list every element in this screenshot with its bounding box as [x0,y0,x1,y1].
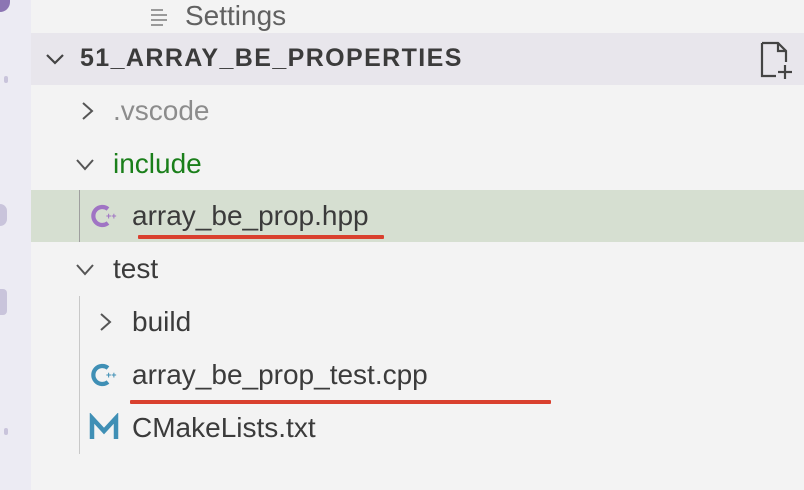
activity-icon-fragment[interactable] [4,428,8,435]
tree-folder-test[interactable]: test [31,243,804,295]
indent-guide [79,190,80,242]
file-label: array_be_prop.hpp [132,200,369,231]
activity-bar [0,0,31,490]
tree-folder-vscode[interactable]: .vscode [31,85,804,137]
folder-label: include [113,148,202,179]
chevron-down-icon[interactable] [75,154,95,174]
activity-icon-fragment[interactable] [0,204,7,226]
chevron-down-icon[interactable] [75,259,95,279]
folder-label: build [132,306,192,337]
folder-label: .vscode [113,95,210,126]
chevron-right-icon[interactable] [77,101,97,121]
activity-icon-fragment[interactable] [4,76,8,83]
tree-file-cmake[interactable]: CMakeLists.txt [31,402,804,454]
file-label: CMakeLists.txt [132,412,316,443]
file-label: array_be_prop_test.cpp [132,359,428,390]
indent-guide [79,296,80,454]
workspace-title: 51_ARRAY_BE_PROPERTIES [80,44,463,72]
cmake-m-icon [89,413,119,439]
svg-text:++: ++ [106,211,117,221]
cpp-icon: ++ [91,204,117,228]
settings-label: Settings [185,0,287,31]
tree-folder-build[interactable]: build [31,296,804,348]
cpp-icon: ++ [91,363,117,387]
svg-text:++: ++ [106,370,117,380]
tree-folder-include[interactable]: include [31,138,804,190]
lines-icon [151,9,167,26]
chevron-right-icon[interactable] [95,312,115,332]
explorer-panel: Settings 51_ARRAY_BE_PROPERTIES .vscode … [31,0,804,490]
activity-icon-fragment[interactable] [0,289,7,315]
workspace-section-header[interactable]: 51_ARRAY_BE_PROPERTIES [31,33,804,85]
tree-file-cpp[interactable]: ++ array_be_prop_test.cpp [31,349,804,401]
new-file-icon[interactable] [758,40,794,80]
annotation-underline [138,235,384,239]
chevron-down-icon[interactable] [44,48,66,70]
settings-tree-item[interactable]: Settings [31,0,804,34]
folder-label: test [113,253,159,284]
activity-bar-accent [0,0,10,12]
